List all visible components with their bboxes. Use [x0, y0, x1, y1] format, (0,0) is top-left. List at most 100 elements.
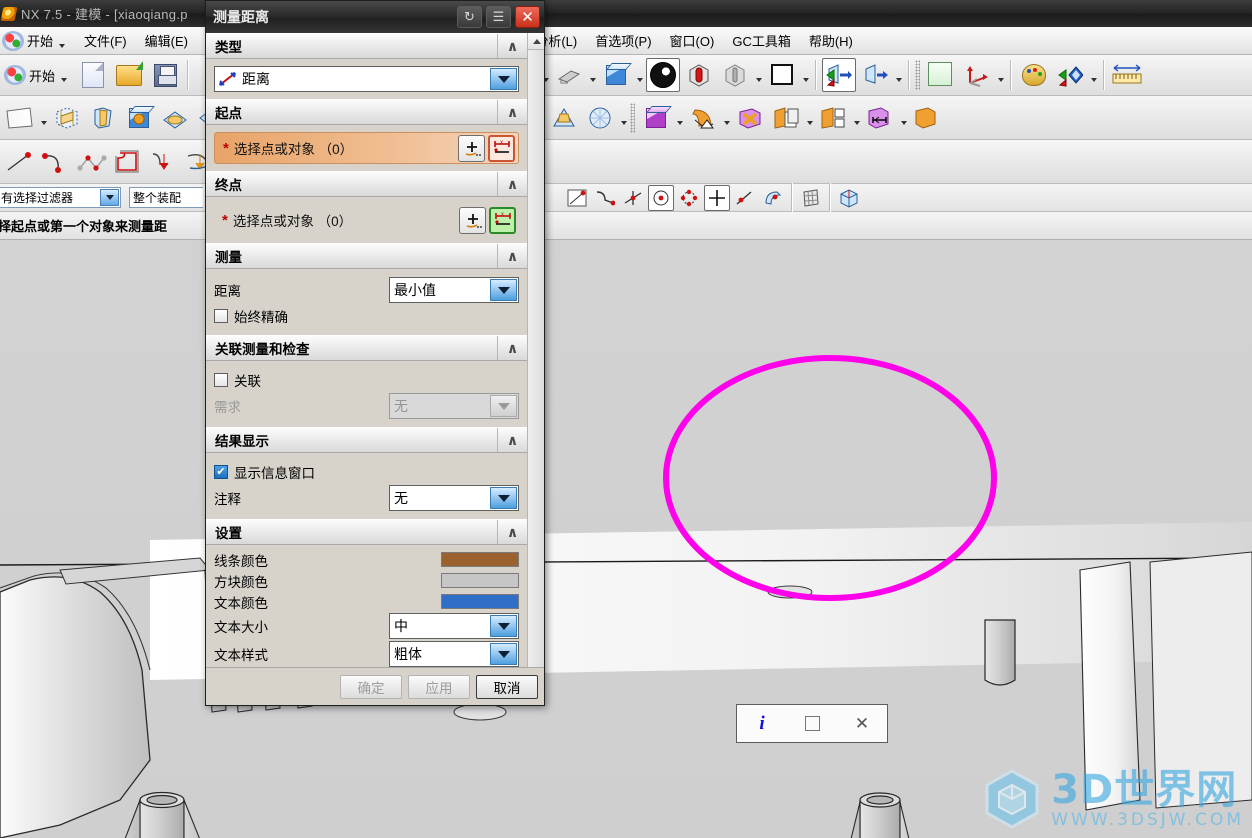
annotation-combo[interactable]: 无 — [389, 485, 519, 511]
end-point-select-row[interactable]: * 选择点或对象 （0） x — [214, 204, 519, 236]
save-disk-icon[interactable] — [148, 58, 182, 92]
point-cross-icon[interactable] — [704, 184, 730, 211]
section-view-icon[interactable] — [682, 58, 716, 92]
section-header-associative[interactable]: 关联测量和检查 ∧ — [206, 335, 527, 361]
point-on-face-icon[interactable] — [732, 185, 758, 211]
chevron-down-icon[interactable] — [674, 103, 685, 133]
measure-mode-icon[interactable]: x — [488, 134, 515, 162]
sphere-icon[interactable] — [583, 101, 617, 135]
chevron-down-icon[interactable] — [893, 60, 904, 90]
section-header-end[interactable]: 终点 ∧ — [206, 171, 527, 197]
section-header-result[interactable]: 结果显示 ∧ — [206, 427, 527, 453]
chevron-down-icon[interactable] — [490, 279, 517, 301]
copy-paste-icon[interactable] — [769, 101, 803, 135]
start-button[interactable]: 开始 — [2, 58, 75, 92]
chevron-down-icon[interactable] — [634, 60, 645, 90]
point-constructor-icon[interactable] — [459, 206, 486, 234]
wcs-icon[interactable] — [960, 58, 994, 92]
chevron-down-icon[interactable] — [1088, 60, 1099, 90]
associative-checkbox[interactable]: 关联 — [214, 368, 519, 392]
section-header-start[interactable]: 起点 ∧ — [206, 99, 527, 125]
transparent-view-icon[interactable] — [718, 58, 752, 92]
chevron-down-icon[interactable] — [753, 60, 764, 90]
close-icon[interactable]: ✕ — [515, 6, 540, 28]
hide-icon[interactable] — [858, 58, 892, 92]
chevron-up-icon[interactable]: ∧ — [497, 244, 527, 268]
feature-toolbar[interactable] — [0, 96, 1252, 140]
chevron-up-icon[interactable]: ∧ — [497, 100, 527, 124]
chevron-up-icon[interactable]: ∧ — [497, 34, 527, 58]
object-display-icon[interactable] — [1017, 58, 1051, 92]
move-object-icon[interactable] — [639, 101, 673, 135]
chevron-down-icon[interactable] — [38, 103, 49, 133]
measure-distance-dialog[interactable]: 测量距离 ↻ ☰ ✕ 类型 ∧ 距离 起点 ∧ * 选择点或对象 （0） x 终… — [205, 0, 545, 706]
chevron-down-icon[interactable] — [587, 60, 598, 90]
profile-icon[interactable] — [111, 145, 145, 179]
line-color-swatch[interactable] — [441, 552, 519, 567]
arc-icon[interactable] — [39, 145, 73, 179]
section-header-type[interactable]: 类型 ∧ — [206, 33, 527, 59]
pattern-face-icon[interactable] — [816, 101, 850, 135]
block-color-swatch[interactable] — [441, 573, 519, 588]
delete-feature-icon[interactable] — [733, 101, 767, 135]
resize-face-icon[interactable] — [863, 101, 897, 135]
chevron-up-icon[interactable]: ∧ — [497, 172, 527, 196]
show-hide-objects-icon[interactable] — [1053, 58, 1087, 92]
measure-mode-icon[interactable]: x — [489, 206, 516, 234]
text-size-combo[interactable]: 中 — [389, 613, 519, 639]
chevron-down-icon[interactable] — [851, 103, 862, 133]
checkbox-box[interactable] — [214, 373, 228, 387]
show-info-window-checkbox[interactable]: 显示信息窗口 — [214, 460, 519, 484]
selection-scope-combo[interactable]: 整个装配 — [129, 187, 203, 208]
chevron-down-icon[interactable] — [490, 615, 517, 637]
extrude-icon[interactable] — [86, 101, 120, 135]
sketch-plane-icon[interactable] — [3, 101, 37, 135]
menu-preferences[interactable]: 首选项(P) — [586, 27, 660, 54]
chevron-down-icon[interactable] — [100, 189, 119, 206]
text-color-swatch[interactable] — [441, 594, 519, 609]
render-style-icon[interactable] — [646, 58, 681, 92]
pattern-feature-icon[interactable] — [686, 101, 720, 135]
chevron-up-icon[interactable]: ∧ — [497, 428, 527, 452]
close-icon[interactable]: ✕ — [837, 705, 887, 742]
measure-distance-icon[interactable] — [1110, 58, 1144, 92]
center-point-icon[interactable] — [648, 184, 674, 211]
menu-help[interactable]: 帮助(H) — [800, 27, 862, 54]
shaded-view-icon[interactable] — [599, 58, 633, 92]
face-selection-icon[interactable] — [836, 185, 862, 211]
chevron-down-icon[interactable] — [618, 103, 629, 133]
new-document-icon[interactable] — [76, 58, 110, 92]
taper-icon[interactable] — [547, 101, 581, 135]
reset-icon[interactable]: ↻ — [457, 6, 482, 28]
menu-file[interactable]: 文件(F) — [75, 27, 136, 54]
start-point-select-row[interactable]: * 选择点或对象 （0） x — [214, 132, 519, 164]
dialog-scrollbar[interactable] — [527, 33, 544, 667]
menu-window[interactable]: 窗口(O) — [661, 27, 724, 54]
chevron-down-icon[interactable] — [804, 103, 815, 133]
show-hide-icon[interactable] — [822, 58, 857, 92]
scroll-up-icon[interactable] — [528, 33, 544, 50]
text-style-combo[interactable]: 粗体 — [389, 641, 519, 667]
quadrant-point-icon[interactable] — [676, 185, 702, 211]
measure-type-combo[interactable]: 距离 — [214, 66, 519, 92]
chevron-down-icon[interactable] — [721, 103, 732, 133]
layer-settings-icon[interactable] — [924, 58, 958, 92]
standard-toolbar[interactable]: 开始 — [0, 55, 1252, 96]
point-constructor-icon[interactable] — [458, 134, 485, 162]
boss-pad-icon[interactable] — [158, 101, 192, 135]
distance-mode-combo[interactable]: 最小值 — [389, 277, 519, 303]
project-curve-icon[interactable] — [147, 145, 181, 179]
quick-pick-icon[interactable] — [760, 185, 786, 211]
chevron-down-icon[interactable] — [800, 60, 811, 90]
endpoint-icon[interactable] — [592, 185, 618, 211]
midpoint-icon[interactable] — [620, 185, 646, 211]
menu-gc-toolbox[interactable]: GC工具箱 — [723, 27, 800, 54]
chevron-down-icon[interactable] — [995, 60, 1006, 90]
trim-body-icon[interactable] — [910, 101, 944, 135]
selection-bar[interactable]: 有选择过滤器 整个装配 — [0, 182, 1252, 213]
cancel-button[interactable]: 取消 — [476, 674, 538, 699]
ok-button[interactable]: 确定 — [340, 674, 402, 699]
apply-button[interactable]: 应用 — [408, 674, 470, 699]
point-on-curve-icon[interactable] — [564, 185, 590, 211]
always-accurate-checkbox[interactable]: 始终精确 — [214, 304, 519, 328]
